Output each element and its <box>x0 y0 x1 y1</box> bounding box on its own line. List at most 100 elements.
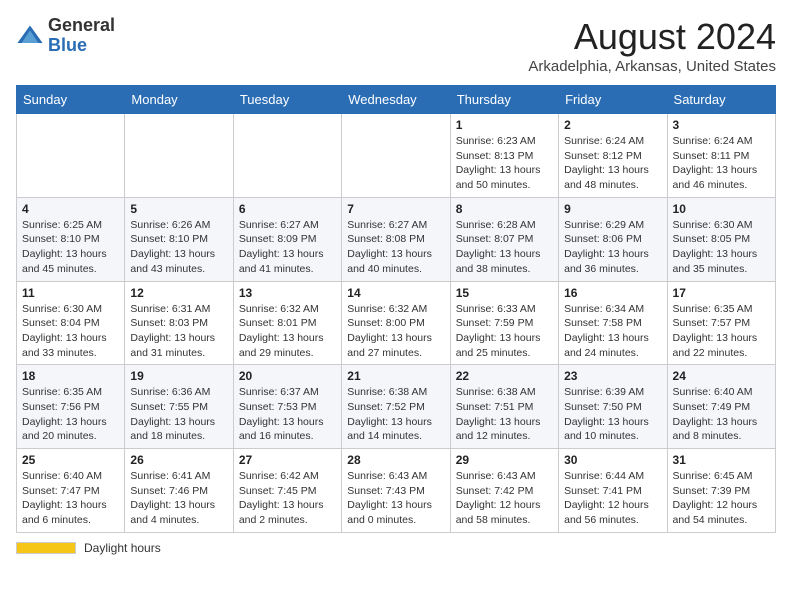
day-info: Sunrise: 6:38 AM Sunset: 7:52 PM Dayligh… <box>347 385 444 444</box>
title-block: August 2024 Arkadelphia, Arkansas, Unite… <box>528 16 776 75</box>
day-number: 28 <box>347 453 444 467</box>
calendar-cell: 23 Sunrise: 6:39 AM Sunset: 7:50 PM Dayli… <box>559 365 667 449</box>
calendar-cell: 22Sunrise: 6:38 AM Sunset: 7:51 PM Dayli… <box>450 365 558 449</box>
daylight-label: Daylight hours <box>84 541 161 555</box>
calendar-cell: 17Sunrise: 6:35 AM Sunset: 7:57 PM Dayli… <box>667 281 775 365</box>
day-info: Sunrise: 6:24 AM Sunset: 8:11 PM Dayligh… <box>673 134 770 193</box>
day-number: 25 <box>22 453 119 467</box>
day-info: Sunrise: 6:35 AM Sunset: 7:57 PM Dayligh… <box>673 302 770 361</box>
calendar-cell: 11 Sunrise: 6:30 AM Sunset: 8:04 PM Dayli… <box>17 281 125 365</box>
day-number: 14 <box>347 286 444 300</box>
day-info: Sunrise: 6:32 AM Sunset: 8:01 PM Dayligh… <box>239 302 336 361</box>
calendar-cell: 21 Sunrise: 6:38 AM Sunset: 7:52 PM Dayli… <box>342 365 450 449</box>
main-title: August 2024 <box>528 16 776 58</box>
calendar-header-row: SundayMondayTuesdayWednesdayThursdayFrid… <box>17 86 776 114</box>
day-number: 3 <box>673 118 770 132</box>
calendar-cell: 1Sunrise: 6:23 AM Sunset: 8:13 PM Daylig… <box>450 114 558 198</box>
calendar-cell: 28 Sunrise: 6:43 AM Sunset: 7:43 PM Dayli… <box>342 449 450 533</box>
day-number: 4 <box>22 202 119 216</box>
day-number: 8 <box>456 202 553 216</box>
day-info: Sunrise: 6:37 AM Sunset: 7:53 PM Dayligh… <box>239 385 336 444</box>
calendar-table: SundayMondayTuesdayWednesdayThursdayFrid… <box>16 85 776 533</box>
day-info: Sunrise: 6:32 AM Sunset: 8:00 PM Dayligh… <box>347 302 444 361</box>
day-number: 2 <box>564 118 661 132</box>
calendar-cell: 16 Sunrise: 6:34 AM Sunset: 7:58 PM Dayli… <box>559 281 667 365</box>
calendar-header-thursday: Thursday <box>450 86 558 114</box>
subtitle: Arkadelphia, Arkansas, United States <box>528 58 776 75</box>
day-number: 24 <box>673 369 770 383</box>
calendar-cell: 27Sunrise: 6:42 AM Sunset: 7:45 PM Dayli… <box>233 449 341 533</box>
day-number: 29 <box>456 453 553 467</box>
page-header: General Blue August 2024 Arkadelphia, Ar… <box>16 16 776 75</box>
day-number: 22 <box>456 369 553 383</box>
calendar-cell: 5Sunrise: 6:26 AM Sunset: 8:10 PM Daylig… <box>125 197 233 281</box>
day-info: Sunrise: 6:26 AM Sunset: 8:10 PM Dayligh… <box>130 218 227 277</box>
day-info: Sunrise: 6:34 AM Sunset: 7:58 PM Dayligh… <box>564 302 661 361</box>
day-number: 10 <box>673 202 770 216</box>
day-info: Sunrise: 6:45 AM Sunset: 7:39 PM Dayligh… <box>673 469 770 528</box>
logo: General Blue <box>16 16 115 56</box>
day-number: 21 <box>347 369 444 383</box>
day-number: 15 <box>456 286 553 300</box>
day-info: Sunrise: 6:25 AM Sunset: 8:10 PM Dayligh… <box>22 218 119 277</box>
day-number: 26 <box>130 453 227 467</box>
calendar-cell: 20 Sunrise: 6:37 AM Sunset: 7:53 PM Dayli… <box>233 365 341 449</box>
day-number: 9 <box>564 202 661 216</box>
day-info: Sunrise: 6:27 AM Sunset: 8:09 PM Dayligh… <box>239 218 336 277</box>
day-number: 30 <box>564 453 661 467</box>
calendar-cell: 18 Sunrise: 6:35 AM Sunset: 7:56 PM Dayli… <box>17 365 125 449</box>
day-info: Sunrise: 6:30 AM Sunset: 8:05 PM Dayligh… <box>673 218 770 277</box>
day-number: 31 <box>673 453 770 467</box>
day-info: Sunrise: 6:39 AM Sunset: 7:50 PM Dayligh… <box>564 385 661 444</box>
day-number: 12 <box>130 286 227 300</box>
daylight-bar <box>16 542 76 554</box>
calendar-week-2: 11 Sunrise: 6:30 AM Sunset: 8:04 PM Dayli… <box>17 281 776 365</box>
logo-blue-text: Blue <box>48 36 115 56</box>
day-info: Sunrise: 6:24 AM Sunset: 8:12 PM Dayligh… <box>564 134 661 193</box>
calendar-week-4: 25 Sunrise: 6:40 AM Sunset: 7:47 PM Dayli… <box>17 449 776 533</box>
calendar-week-1: 4 Sunrise: 6:25 AM Sunset: 8:10 PM Daylig… <box>17 197 776 281</box>
day-info: Sunrise: 6:28 AM Sunset: 8:07 PM Dayligh… <box>456 218 553 277</box>
calendar-header-sunday: Sunday <box>17 86 125 114</box>
calendar-cell: 30 Sunrise: 6:44 AM Sunset: 7:41 PM Dayli… <box>559 449 667 533</box>
calendar-footer: Daylight hours <box>16 541 776 555</box>
calendar-cell: 26 Sunrise: 6:41 AM Sunset: 7:46 PM Dayli… <box>125 449 233 533</box>
calendar-cell: 6 Sunrise: 6:27 AM Sunset: 8:09 PM Daylig… <box>233 197 341 281</box>
calendar-cell: 13Sunrise: 6:32 AM Sunset: 8:01 PM Dayli… <box>233 281 341 365</box>
calendar-cell <box>17 114 125 198</box>
calendar-cell: 7 Sunrise: 6:27 AM Sunset: 8:08 PM Daylig… <box>342 197 450 281</box>
calendar-header-monday: Monday <box>125 86 233 114</box>
day-info: Sunrise: 6:41 AM Sunset: 7:46 PM Dayligh… <box>130 469 227 528</box>
calendar-cell: 31 Sunrise: 6:45 AM Sunset: 7:39 PM Dayli… <box>667 449 775 533</box>
day-info: Sunrise: 6:27 AM Sunset: 8:08 PM Dayligh… <box>347 218 444 277</box>
day-info: Sunrise: 6:33 AM Sunset: 7:59 PM Dayligh… <box>456 302 553 361</box>
day-number: 23 <box>564 369 661 383</box>
calendar-cell: 10 Sunrise: 6:30 AM Sunset: 8:05 PM Dayli… <box>667 197 775 281</box>
day-number: 20 <box>239 369 336 383</box>
calendar-cell: 24Sunrise: 6:40 AM Sunset: 7:49 PM Dayli… <box>667 365 775 449</box>
calendar-cell: 29 Sunrise: 6:43 AM Sunset: 7:42 PM Dayli… <box>450 449 558 533</box>
calendar-header-wednesday: Wednesday <box>342 86 450 114</box>
logo-icon <box>16 22 44 50</box>
day-number: 7 <box>347 202 444 216</box>
day-info: Sunrise: 6:35 AM Sunset: 7:56 PM Dayligh… <box>22 385 119 444</box>
day-info: Sunrise: 6:30 AM Sunset: 8:04 PM Dayligh… <box>22 302 119 361</box>
calendar-cell: 9Sunrise: 6:29 AM Sunset: 8:06 PM Daylig… <box>559 197 667 281</box>
day-info: Sunrise: 6:43 AM Sunset: 7:42 PM Dayligh… <box>456 469 553 528</box>
calendar-cell <box>233 114 341 198</box>
day-number: 1 <box>456 118 553 132</box>
day-info: Sunrise: 6:40 AM Sunset: 7:47 PM Dayligh… <box>22 469 119 528</box>
calendar-cell: 3 Sunrise: 6:24 AM Sunset: 8:11 PM Daylig… <box>667 114 775 198</box>
calendar-cell: 15 Sunrise: 6:33 AM Sunset: 7:59 PM Dayli… <box>450 281 558 365</box>
day-number: 16 <box>564 286 661 300</box>
calendar-cell: 4 Sunrise: 6:25 AM Sunset: 8:10 PM Daylig… <box>17 197 125 281</box>
logo-general-text: General <box>48 16 115 36</box>
day-info: Sunrise: 6:44 AM Sunset: 7:41 PM Dayligh… <box>564 469 661 528</box>
calendar-cell: 2 Sunrise: 6:24 AM Sunset: 8:12 PM Daylig… <box>559 114 667 198</box>
day-number: 6 <box>239 202 336 216</box>
calendar-header-tuesday: Tuesday <box>233 86 341 114</box>
day-info: Sunrise: 6:43 AM Sunset: 7:43 PM Dayligh… <box>347 469 444 528</box>
day-number: 19 <box>130 369 227 383</box>
day-number: 11 <box>22 286 119 300</box>
day-number: 18 <box>22 369 119 383</box>
